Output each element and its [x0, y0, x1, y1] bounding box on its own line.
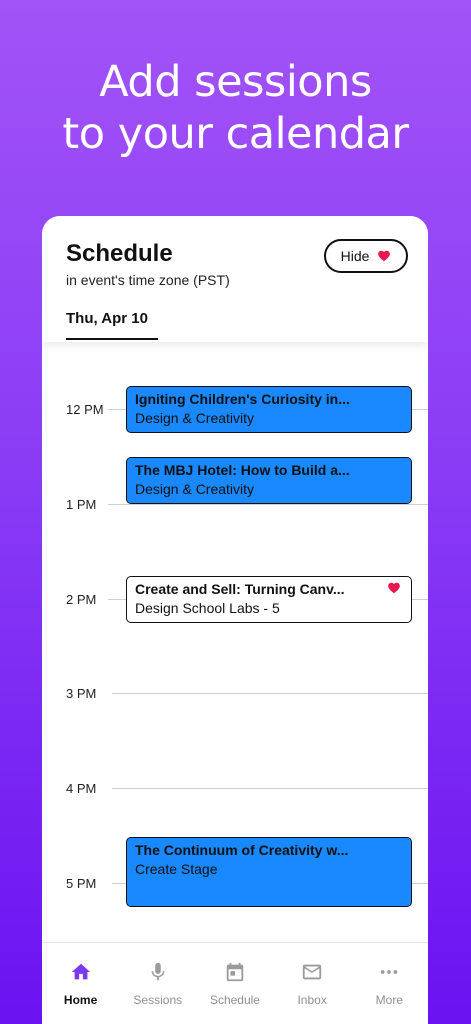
hour-divider — [112, 693, 428, 694]
headline-line-2: to your calendar — [62, 109, 409, 159]
mail-icon — [302, 964, 322, 980]
event-track: Design & Creativity — [135, 481, 255, 497]
hour-divider — [108, 504, 428, 505]
tab-date[interactable]: Thu, Apr 10 — [66, 310, 158, 340]
event-title: The Continuum of Creativity w... — [135, 842, 349, 858]
nav-label: Inbox — [297, 993, 327, 1007]
nav-inbox[interactable]: Inbox — [274, 961, 351, 1007]
hour-label: 3 PM — [66, 686, 97, 701]
page-title: Schedule — [66, 240, 173, 267]
schedule-card: Schedule in event's time zone (PST) Hide… — [42, 216, 428, 1024]
bottom-nav: Home Sessions Schedule Inbox More — [42, 942, 428, 1024]
schedule-header: Schedule in event's time zone (PST) Hide… — [42, 216, 428, 342]
microphone-icon — [151, 962, 165, 981]
hide-button-label: Hide — [340, 248, 370, 264]
nav-sessions[interactable]: Sessions — [119, 961, 196, 1007]
session-event[interactable]: Create and Sell: Turning Canv... Design … — [126, 576, 412, 623]
session-event[interactable]: The MBJ Hotel: How to Build a... Design … — [126, 457, 412, 504]
nav-schedule[interactable]: Schedule — [196, 961, 273, 1007]
hour-label: 4 PM — [66, 781, 97, 796]
home-icon — [71, 963, 90, 980]
event-track: Create Stage — [135, 861, 218, 877]
event-title: The MBJ Hotel: How to Build a... — [135, 462, 350, 478]
timeline[interactable]: 12 PM 1 PM 2 PM 3 PM 4 PM 5 PM Igniting … — [42, 342, 428, 942]
nav-label: Sessions — [133, 993, 183, 1007]
hour-label: 2 PM — [66, 592, 97, 607]
hour-label: 12 PM — [66, 402, 104, 417]
session-event[interactable]: Igniting Children's Curiosity in... Desi… — [126, 386, 412, 433]
more-dots-icon — [381, 970, 398, 974]
event-track: Design & Creativity — [135, 410, 255, 426]
headline: Add sessions to your calendar — [0, 56, 471, 160]
hour-divider — [112, 788, 428, 789]
heart-icon — [378, 250, 391, 262]
nav-label: Home — [63, 993, 98, 1007]
hide-button[interactable]: Hide — [324, 239, 408, 273]
nav-more[interactable]: More — [351, 961, 428, 1007]
calendar-icon — [226, 962, 244, 982]
hour-label: 1 PM — [66, 497, 97, 512]
hour-label: 5 PM — [66, 876, 97, 891]
session-event[interactable]: The Continuum of Creativity w... Create … — [126, 837, 412, 907]
event-title: Igniting Children's Curiosity in... — [135, 391, 350, 407]
headline-line-1: Add sessions — [99, 57, 372, 107]
favorite-heart-icon[interactable] — [387, 581, 401, 595]
nav-home[interactable]: Home — [42, 961, 119, 1007]
nav-label: More — [375, 993, 404, 1007]
timezone-subtitle: in event's time zone (PST) — [66, 272, 230, 288]
event-title: Create and Sell: Turning Canv... — [135, 581, 345, 597]
event-track: Design School Labs - 5 — [135, 600, 280, 616]
nav-label: Schedule — [209, 993, 260, 1007]
